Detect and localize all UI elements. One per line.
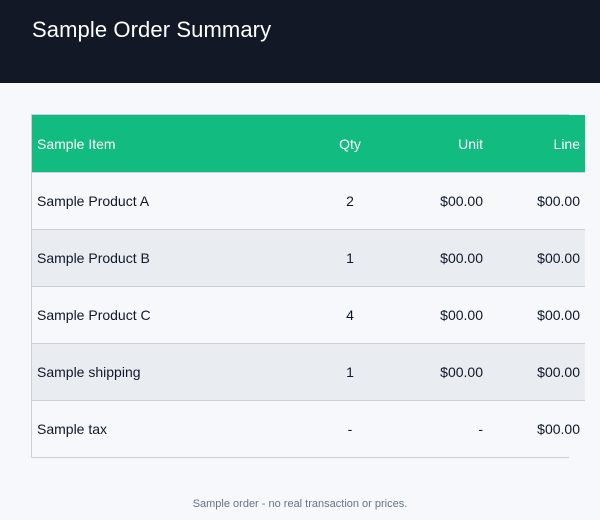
table-row: Sample tax - - $00.00 [32, 400, 585, 457]
qty-cell: 2 [307, 172, 393, 230]
qty-cell: 4 [307, 286, 393, 344]
line-cell: $00.00 [488, 400, 585, 457]
qty-cell: - [307, 400, 393, 457]
table-row: Sample Product C 4 $00.00 $00.00 [32, 286, 585, 344]
column-header-line: Line [553, 135, 580, 152]
item-cell: Sample Product A [32, 172, 307, 230]
table-header-row: Sample Item Qty Unit Line [32, 115, 585, 173]
line-cell: $00.00 [488, 343, 585, 401]
item-cell: Sample tax [32, 400, 307, 457]
unit-cell: $00.00 [393, 286, 488, 344]
disclaimer-note: Sample order - no real transaction or pr… [192, 498, 408, 510]
line-cell: $00.00 [488, 229, 585, 287]
qty-cell: 1 [307, 343, 393, 401]
line-cell: $00.00 [488, 172, 585, 230]
page-title: Sample Order Summary [32, 17, 272, 42]
item-cell: Sample shipping [32, 343, 307, 401]
item-cell: Sample Product B [32, 229, 307, 287]
line-cell: $00.00 [488, 286, 585, 344]
table-row: Sample Product A 2 $00.00 $00.00 [32, 172, 585, 230]
column-header-unit: Unit [458, 135, 483, 152]
unit-cell: $00.00 [393, 172, 488, 230]
unit-cell: $00.00 [393, 229, 488, 287]
column-header-qty: Qty [339, 135, 361, 152]
table-row: Sample Product B 1 $00.00 $00.00 [32, 229, 585, 287]
item-cell: Sample Product C [32, 286, 307, 344]
column-header-item: Sample Item [37, 135, 116, 152]
unit-cell: $00.00 [393, 343, 488, 401]
qty-cell: 1 [307, 229, 393, 287]
table-row: Sample shipping 1 $00.00 $00.00 [32, 343, 585, 401]
page-header: Sample Order Summary [0, 0, 600, 83]
order-summary-table: Sample Item Qty Unit Line Sample Product… [31, 114, 585, 458]
unit-cell: - [393, 400, 488, 457]
